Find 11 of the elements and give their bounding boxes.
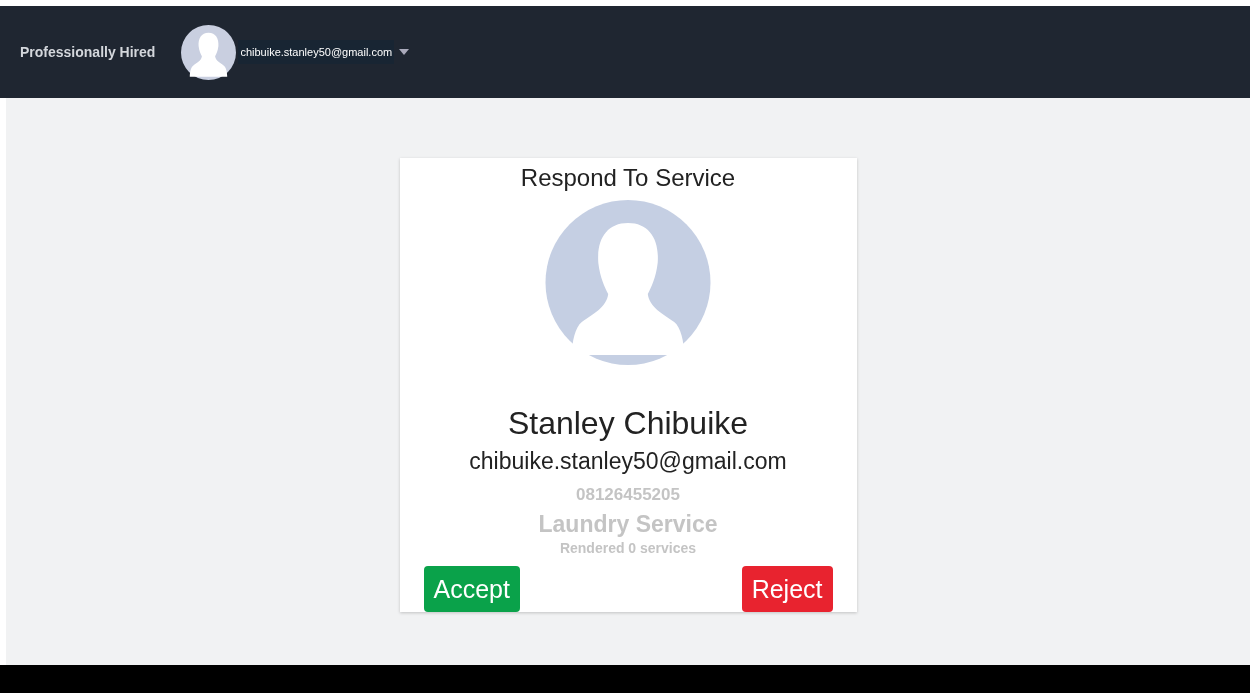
services-count: Rendered 0 services: [559, 540, 697, 556]
client-name: Stanley Chibuike: [507, 405, 749, 442]
service-name: Laundry Service: [538, 511, 718, 538]
brand-name[interactable]: Professionally Hired: [20, 44, 156, 60]
reject-button[interactable]: Reject: [741, 566, 833, 612]
client-phone: 08126455205: [576, 485, 680, 505]
caret-icon: [399, 49, 410, 55]
avatar-icon: [181, 24, 237, 80]
card-title: Respond To Service: [520, 164, 736, 192]
user-menu[interactable]: chibuike.stanley50@gmail.com: [181, 24, 410, 80]
client-email: chibuike.stanley50@gmail.com: [469, 448, 787, 475]
